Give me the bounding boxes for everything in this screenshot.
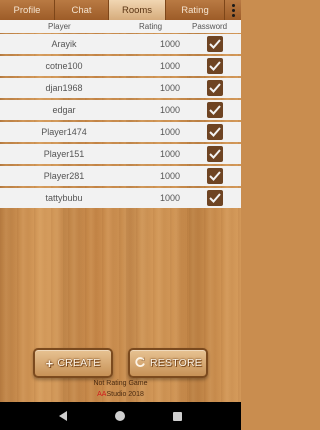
table-row[interactable]: djan1968 1000 — [0, 78, 241, 98]
player-name: Player1474 — [41, 127, 87, 137]
plus-icon: + — [45, 355, 54, 371]
player-name: Player281 — [43, 171, 85, 181]
back-icon[interactable] — [59, 411, 67, 421]
player-rating: 1000 — [159, 61, 181, 71]
password-checkbox[interactable] — [207, 146, 223, 162]
check-icon — [209, 83, 221, 93]
check-icon — [209, 39, 221, 49]
home-icon[interactable] — [115, 411, 125, 421]
password-checkbox[interactable] — [207, 80, 223, 96]
table-row[interactable]: cotne100 1000 — [0, 56, 241, 76]
password-checkbox[interactable] — [207, 58, 223, 74]
check-icon — [209, 171, 221, 181]
check-icon — [209, 127, 221, 137]
tab-bar: Profile Chat Rooms Rating — [0, 0, 241, 20]
player-name: tattybubu — [45, 193, 83, 203]
password-checkbox[interactable] — [207, 168, 223, 184]
check-icon — [209, 149, 221, 159]
player-rating: 1000 — [159, 127, 181, 137]
player-rating: 1000 — [159, 149, 181, 159]
player-rating: 1000 — [159, 193, 181, 203]
refresh-icon — [134, 356, 146, 371]
game-mode-label: Not Rating Game — [93, 380, 148, 387]
restore-button-label: RESTORE — [150, 357, 202, 369]
player-rating: 1000 — [159, 171, 181, 181]
player-name: Arayik — [51, 39, 77, 49]
table-header: Player Rating Password — [0, 20, 241, 33]
player-name: Player151 — [43, 149, 85, 159]
rooms-list: Arayik 1000 cotne100 1000 djan1968 1000 … — [0, 34, 241, 210]
header-rating: Rating — [139, 22, 163, 31]
recent-apps-icon[interactable] — [173, 411, 182, 421]
table-row[interactable]: Player1474 1000 — [0, 122, 241, 142]
password-checkbox[interactable] — [207, 36, 223, 52]
copyright-label: AAStudio 2018 — [0, 391, 241, 398]
tab-rating[interactable]: Rating — [166, 0, 225, 20]
restore-button[interactable]: RESTORE — [128, 348, 208, 378]
tab-rooms[interactable]: Rooms — [109, 0, 166, 20]
player-rating: 1000 — [159, 83, 181, 93]
system-nav-bar — [0, 402, 241, 430]
studio-label: Studio 2018 — [106, 391, 144, 398]
table-row[interactable]: Arayik 1000 — [0, 34, 241, 54]
player-rating: 1000 — [159, 39, 181, 49]
player-rating: 1000 — [159, 105, 181, 115]
overflow-menu-icon[interactable] — [225, 0, 241, 20]
password-checkbox[interactable] — [207, 124, 223, 140]
table-row[interactable]: edgar 1000 — [0, 100, 241, 120]
password-checkbox[interactable] — [207, 190, 223, 206]
player-name: djan1968 — [45, 83, 83, 93]
tab-chat[interactable]: Chat — [55, 0, 109, 20]
tab-profile[interactable]: Profile — [0, 0, 55, 20]
table-row[interactable]: Player281 1000 — [0, 166, 241, 186]
table-row[interactable]: Player151 1000 — [0, 144, 241, 164]
check-icon — [209, 193, 221, 203]
create-button[interactable]: + CREATE — [33, 348, 113, 378]
create-button-label: CREATE — [57, 357, 101, 369]
table-row[interactable]: tattybubu 1000 — [0, 188, 241, 208]
header-password: Password — [192, 22, 228, 31]
check-icon — [209, 61, 221, 71]
password-checkbox[interactable] — [207, 102, 223, 118]
check-icon — [209, 105, 221, 115]
player-name: edgar — [52, 105, 76, 115]
player-name: cotne100 — [45, 61, 83, 71]
header-player: Player — [48, 22, 71, 31]
